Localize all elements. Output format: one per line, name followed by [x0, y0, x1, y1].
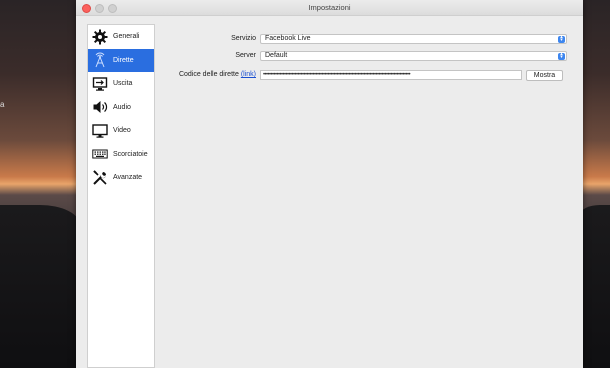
desktop-edge-glyph: a — [0, 100, 5, 109]
server-select-value: Default — [265, 52, 288, 59]
server-label: Server — [235, 52, 256, 59]
sidebar-item-dirette[interactable]: Dirette — [88, 48, 154, 72]
speaker-icon — [91, 98, 109, 116]
stream-key-link[interactable]: (link) — [241, 71, 256, 78]
service-select-value: Facebook Live — [265, 35, 311, 42]
sidebar-item-video[interactable]: Video — [88, 119, 154, 143]
stream-key-field[interactable]: ••••••••••••••••••••••••••••••••••••••••… — [260, 70, 522, 80]
sidebar-item-audio[interactable]: Audio — [88, 96, 154, 120]
zoom-button[interactable] — [108, 4, 117, 13]
title-bar: Impostazioni — [76, 0, 583, 16]
desktop-background-right — [580, 205, 610, 368]
select-stepper-icon: ▴ ▾ — [558, 34, 565, 43]
sidebar-item-label: Avanzate — [113, 174, 143, 182]
antenna-icon — [91, 51, 109, 69]
close-button[interactable] — [82, 4, 91, 13]
sidebar-item-uscita[interactable]: Uscita — [88, 72, 154, 96]
stream-key-label-row: Codice delle dirette (link) — [160, 71, 256, 78]
service-label: Servizio — [231, 35, 256, 42]
window-title: Impostazioni — [308, 3, 351, 12]
settings-sidebar: Generali Dirette Uscita Audio Video Scor… — [87, 24, 155, 368]
sidebar-item-label: Audio — [113, 103, 131, 111]
settings-window: Impostazioni Generali Dirette Uscita Aud… — [76, 0, 583, 368]
show-key-button[interactable]: Mostra — [526, 69, 563, 81]
sidebar-item-label: Dirette — [113, 56, 134, 64]
sidebar-item-avanzate[interactable]: Avanzate — [88, 166, 154, 190]
window-controls — [82, 4, 117, 13]
sidebar-item-scorciatoie[interactable]: Scorciatoie — [88, 143, 154, 167]
output-icon — [91, 75, 109, 93]
server-select[interactable]: Default ▴ ▾ — [260, 51, 567, 61]
stream-key-label: Codice delle dirette — [178, 71, 239, 78]
keyboard-icon — [91, 145, 109, 163]
sidebar-item-label: Video — [113, 127, 131, 135]
sidebar-item-label: Generali — [113, 33, 140, 41]
sidebar-item-label: Uscita — [113, 80, 133, 88]
minimize-button[interactable] — [95, 4, 104, 13]
monitor-icon — [91, 122, 109, 140]
sidebar-item-generali[interactable]: Generali — [88, 25, 154, 49]
tools-icon — [91, 169, 109, 187]
gear-icon — [91, 28, 109, 46]
sidebar-item-label: Scorciatoie — [113, 150, 148, 158]
service-select[interactable]: Facebook Live ▴ ▾ — [260, 34, 567, 44]
select-stepper-icon: ▴ ▾ — [558, 51, 565, 60]
desktop-background — [0, 205, 80, 368]
